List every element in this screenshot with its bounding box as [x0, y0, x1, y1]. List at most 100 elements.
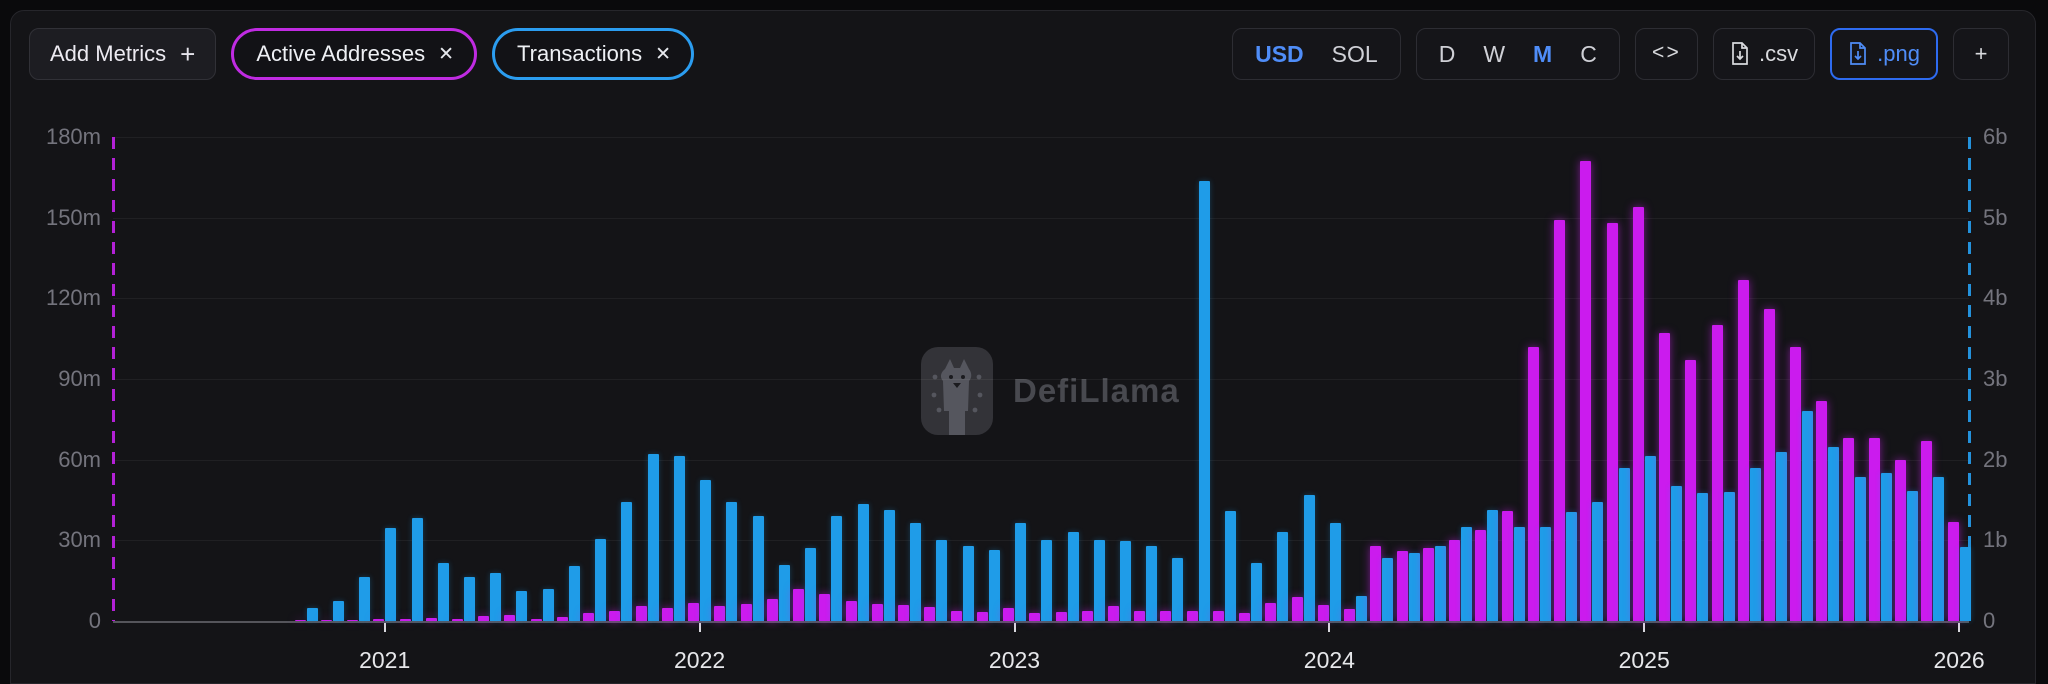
- bar-active-addresses[interactable]: [635, 606, 647, 621]
- bar-active-addresses[interactable]: [1632, 206, 1644, 621]
- bar-active-addresses[interactable]: [1947, 521, 1959, 621]
- bar-transactions[interactable]: [831, 516, 843, 621]
- bar-transactions[interactable]: [1146, 546, 1158, 621]
- bar-transactions[interactable]: [1356, 596, 1368, 621]
- bar-transactions[interactable]: [1933, 476, 1945, 621]
- bar-transactions[interactable]: [1119, 541, 1131, 621]
- bar-active-addresses[interactable]: [714, 605, 726, 621]
- bar-transactions[interactable]: [542, 588, 554, 621]
- bar-active-addresses[interactable]: [1160, 611, 1172, 621]
- bar-active-addresses[interactable]: [976, 612, 988, 621]
- remove-metric-icon[interactable]: ✕: [438, 43, 454, 66]
- bar-active-addresses[interactable]: [1606, 223, 1618, 621]
- bar-active-addresses[interactable]: [688, 603, 700, 621]
- bar-transactions[interactable]: [1828, 446, 1840, 621]
- bar-active-addresses[interactable]: [793, 589, 805, 621]
- bar-transactions[interactable]: [463, 576, 475, 621]
- bar-active-addresses[interactable]: [819, 594, 831, 621]
- bar-active-addresses[interactable]: [1895, 459, 1907, 621]
- bar-transactions[interactable]: [726, 501, 738, 621]
- bar-transactions[interactable]: [1592, 501, 1604, 621]
- bar-active-addresses[interactable]: [1003, 608, 1014, 621]
- bar-active-addresses[interactable]: [609, 611, 621, 621]
- bar-active-addresses[interactable]: [1265, 603, 1277, 621]
- bar-transactions[interactable]: [1067, 531, 1079, 621]
- interval-option-monthly[interactable]: M: [1519, 41, 1566, 68]
- bar-transactions[interactable]: [1539, 527, 1551, 621]
- bar-transactions[interactable]: [910, 523, 921, 621]
- bar-active-addresses[interactable]: [320, 620, 332, 621]
- bar-transactions[interactable]: [437, 562, 449, 621]
- bar-transactions[interactable]: [1802, 411, 1814, 621]
- bar-active-addresses[interactable]: [504, 615, 516, 621]
- bar-transactions[interactable]: [1723, 491, 1735, 621]
- metric-pill-transactions[interactable]: Transactions ✕: [492, 28, 695, 80]
- bar-transactions[interactable]: [1749, 467, 1761, 621]
- bar-transactions[interactable]: [359, 576, 370, 621]
- bar-transactions[interactable]: [1198, 181, 1210, 621]
- bar-transactions[interactable]: [306, 608, 318, 621]
- currency-option-sol[interactable]: SOL: [1318, 41, 1392, 68]
- bar-active-addresses[interactable]: [1527, 346, 1539, 621]
- bar-active-addresses[interactable]: [1212, 611, 1224, 621]
- metric-pill-active-addresses[interactable]: Active Addresses ✕: [231, 28, 478, 80]
- bar-transactions[interactable]: [1566, 512, 1577, 621]
- bar-transactions[interactable]: [1093, 539, 1105, 621]
- bar-active-addresses[interactable]: [1422, 548, 1434, 621]
- bar-active-addresses[interactable]: [1580, 161, 1592, 621]
- bar-transactions[interactable]: [385, 528, 397, 621]
- interval-option-daily[interactable]: D: [1425, 41, 1470, 68]
- bar-transactions[interactable]: [1303, 495, 1315, 621]
- bar-transactions[interactable]: [1644, 455, 1656, 621]
- bar-transactions[interactable]: [962, 546, 974, 621]
- bar-transactions[interactable]: [332, 600, 344, 621]
- bar-active-addresses[interactable]: [1370, 545, 1382, 621]
- bar-active-addresses[interactable]: [661, 607, 673, 621]
- bar-active-addresses[interactable]: [766, 599, 778, 621]
- bar-transactions[interactable]: [936, 539, 948, 621]
- bar-transactions[interactable]: [988, 550, 1000, 621]
- bar-active-addresses[interactable]: [950, 611, 962, 621]
- interval-option-cumulative[interactable]: C: [1566, 41, 1611, 68]
- bar-active-addresses[interactable]: [1029, 612, 1041, 621]
- bar-active-addresses[interactable]: [1396, 551, 1408, 621]
- bar-active-addresses[interactable]: [924, 607, 936, 621]
- bar-transactions[interactable]: [673, 455, 685, 621]
- bar-active-addresses[interactable]: [898, 605, 909, 621]
- bar-active-addresses[interactable]: [1186, 611, 1198, 621]
- bar-active-addresses[interactable]: [294, 620, 306, 621]
- bar-transactions[interactable]: [490, 572, 502, 621]
- bar-transactions[interactable]: [1959, 546, 1971, 621]
- download-csv-button[interactable]: .csv: [1713, 28, 1816, 80]
- bar-transactions[interactable]: [1434, 546, 1446, 621]
- remove-metric-icon[interactable]: ✕: [655, 43, 671, 66]
- bar-transactions[interactable]: [1172, 558, 1184, 621]
- download-png-button[interactable]: .png: [1830, 28, 1938, 80]
- bar-active-addresses[interactable]: [1055, 612, 1067, 621]
- bar-transactions[interactable]: [595, 538, 607, 621]
- bar-active-addresses[interactable]: [1763, 309, 1775, 621]
- embed-code-button[interactable]: <>: [1634, 28, 1699, 80]
- bar-transactions[interactable]: [1880, 473, 1892, 621]
- bar-transactions[interactable]: [883, 509, 895, 621]
- bar-transactions[interactable]: [1408, 553, 1420, 621]
- bar-active-addresses[interactable]: [373, 619, 385, 621]
- bar-active-addresses[interactable]: [1501, 510, 1513, 621]
- bar-active-addresses[interactable]: [583, 612, 595, 621]
- bar-transactions[interactable]: [1015, 522, 1026, 621]
- bar-active-addresses[interactable]: [1659, 333, 1670, 621]
- bar-transactions[interactable]: [805, 547, 817, 621]
- bar-transactions[interactable]: [1513, 526, 1525, 621]
- bar-active-addresses[interactable]: [1317, 604, 1329, 621]
- bar-transactions[interactable]: [778, 564, 790, 621]
- bar-transactions[interactable]: [1461, 527, 1473, 621]
- bar-transactions[interactable]: [568, 566, 580, 621]
- bar-active-addresses[interactable]: [1239, 612, 1251, 621]
- currency-option-usd[interactable]: USD: [1241, 41, 1318, 68]
- bar-transactions[interactable]: [1697, 492, 1709, 621]
- bar-transactions[interactable]: [1041, 540, 1053, 621]
- bar-active-addresses[interactable]: [1475, 529, 1487, 621]
- bar-active-addresses[interactable]: [1737, 279, 1749, 621]
- bar-transactions[interactable]: [752, 516, 764, 621]
- bar-active-addresses[interactable]: [1790, 346, 1802, 621]
